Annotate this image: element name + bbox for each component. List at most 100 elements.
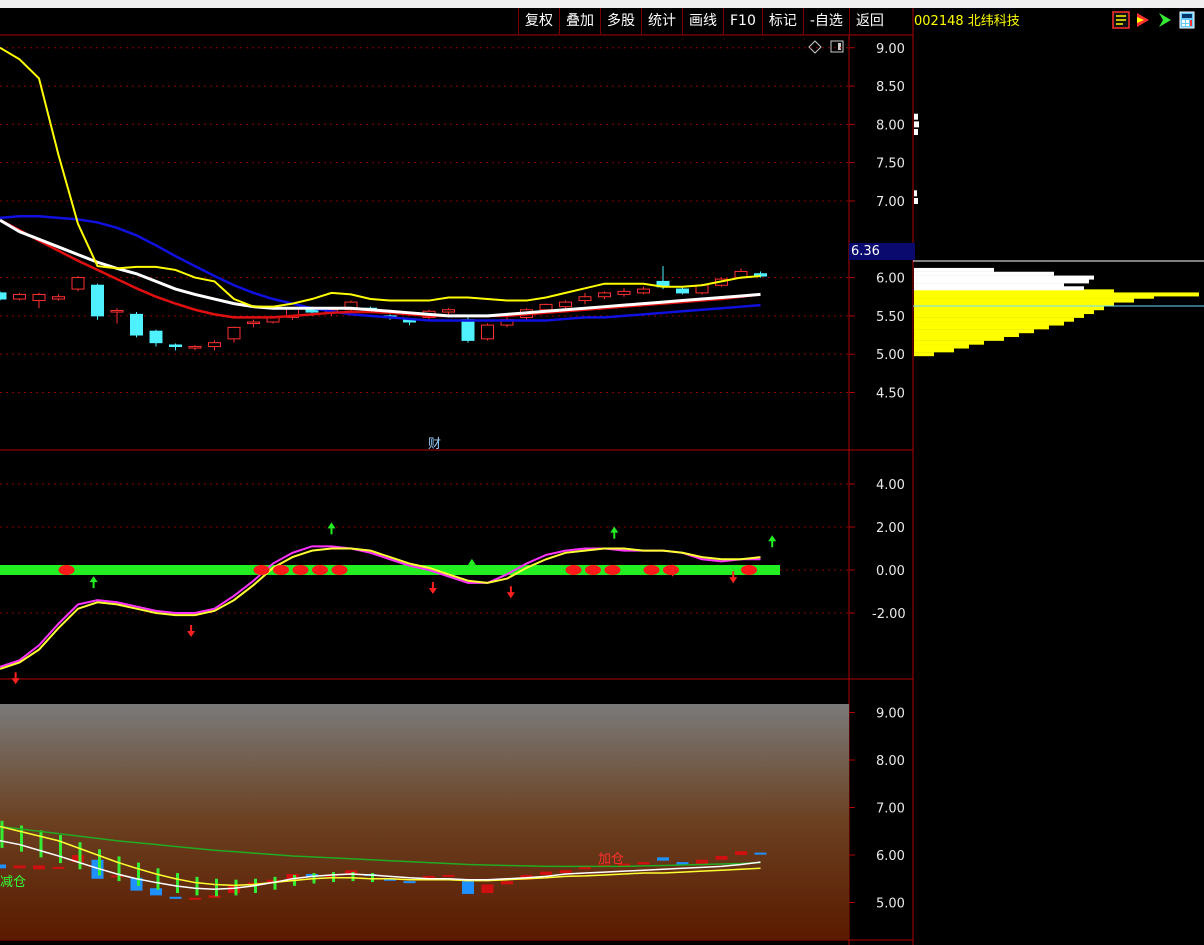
chip-bar <box>914 298 1134 303</box>
lower-candle <box>0 864 6 869</box>
chip-bar <box>914 271 1054 276</box>
signal-arrowhead <box>729 577 738 584</box>
price-axis: 9.00 8.50 8.00 7.50 7.00 6.00 5.50 5.00 4.50 4.00… <box>849 42 906 912</box>
signal-arrowhead <box>428 588 437 594</box>
axis-tick-label: 0.00 <box>876 564 905 579</box>
candle-body <box>637 288 650 294</box>
lower-candle <box>208 895 221 898</box>
signal-dot <box>312 565 328 575</box>
axis-tick-label: 6.00 <box>876 272 905 287</box>
oscillator-panel <box>0 522 780 685</box>
lower-candle <box>462 881 474 894</box>
lower-candle <box>481 884 494 893</box>
signal-dot <box>253 565 270 575</box>
axis-tick-label: 5.50 <box>876 310 905 325</box>
candle-body <box>13 293 26 300</box>
current-price-label: 6.36 <box>849 243 915 260</box>
signal-arrowhead <box>768 535 777 542</box>
candle-body <box>0 292 7 300</box>
axis-tick-label: 4.50 <box>876 386 905 401</box>
candle-body <box>617 290 631 295</box>
lower-candle <box>403 881 416 884</box>
signal-arrowhead <box>89 576 98 583</box>
chip-bar <box>914 333 1019 338</box>
signal-arrowhead <box>327 522 336 529</box>
axis-tick-label: 8.00 <box>876 118 905 133</box>
moving-averages <box>0 46 761 322</box>
kline-chart[interactable]: 9.00 8.50 8.00 7.50 7.00 6.00 5.50 5.00 4.50 4.00… <box>0 0 1204 945</box>
candle-body <box>110 310 124 313</box>
signal-dot <box>643 565 660 575</box>
chip-bar <box>914 329 1034 334</box>
lower-panel-background <box>0 704 849 940</box>
panel-toggle-icon[interactable] <box>830 40 844 53</box>
reduce-position-label: 减仓 <box>0 875 27 890</box>
lower-candle <box>150 888 162 896</box>
lower-candle <box>735 851 747 855</box>
axis-tick-label: 2.00 <box>876 521 905 536</box>
candle-body <box>208 342 221 348</box>
candle-body <box>539 303 553 311</box>
chip-bar <box>914 310 1094 315</box>
lower-candle <box>715 855 728 860</box>
lower-candle <box>501 881 513 885</box>
signal-arrowhead <box>11 678 20 685</box>
chip-distribution <box>914 113 1199 357</box>
lower-candle <box>169 896 182 899</box>
lower-candle <box>754 852 767 855</box>
signal-arrowhead <box>610 526 619 533</box>
chip-bar <box>914 340 984 345</box>
candle-body <box>227 326 241 340</box>
chip-bar-high <box>914 129 918 136</box>
candle-body <box>578 296 592 302</box>
chip-bar <box>914 283 1064 288</box>
candle-body <box>169 344 182 348</box>
candle-body <box>247 321 260 325</box>
signal-dot <box>292 565 309 575</box>
signal-arrowhead <box>506 592 515 599</box>
candle-body <box>130 313 143 336</box>
ma-yellow-line <box>0 46 761 308</box>
add-position-label: 加仓 <box>598 852 625 867</box>
chip-bar <box>914 325 1049 330</box>
axis-tick-label: 5.00 <box>876 348 905 363</box>
signal-arrowhead <box>187 631 196 637</box>
lower-candle <box>189 897 201 900</box>
candle-body <box>91 284 104 317</box>
axis-tick-label: 8.00 <box>876 754 905 769</box>
lower-candle <box>579 866 591 870</box>
chip-bar <box>914 306 1104 311</box>
finance-marker[interactable]: 财 <box>428 433 441 452</box>
candle-body <box>71 277 85 290</box>
candle-body <box>481 324 494 340</box>
axis-tick-label: 6.00 <box>876 849 905 864</box>
lower-candle <box>52 866 65 869</box>
axis-tick-label: 5.00 <box>876 897 905 912</box>
signal-dot <box>331 565 348 575</box>
diamond-icon[interactable] <box>808 40 822 54</box>
chip-bar-high <box>914 121 919 128</box>
osc-magenta-line <box>0 545 761 668</box>
chip-bar-high <box>914 113 918 120</box>
signal-dot <box>585 565 601 575</box>
axis-tick-label: 4.00 <box>876 478 905 493</box>
chip-bar <box>914 352 934 357</box>
lower-candle <box>228 885 240 893</box>
candle-body <box>676 288 689 294</box>
chip-bar-high <box>914 190 917 197</box>
chip-bar <box>914 321 1064 326</box>
candle-body <box>52 296 65 300</box>
chip-bar-high <box>914 197 918 204</box>
axis-tick-label: 7.50 <box>876 157 905 172</box>
candle-body <box>149 330 163 344</box>
axis-tick-label: -2.00 <box>872 607 906 622</box>
grid-lines <box>0 47 849 614</box>
lower-candle <box>33 865 45 870</box>
lower-candle <box>559 870 572 874</box>
signal-dot <box>273 565 289 575</box>
lower-candle <box>13 865 26 869</box>
candle-body <box>598 292 611 298</box>
axis-tick-label: 9.00 <box>876 707 905 722</box>
signal-dot <box>604 565 621 575</box>
candle-body <box>188 346 202 349</box>
